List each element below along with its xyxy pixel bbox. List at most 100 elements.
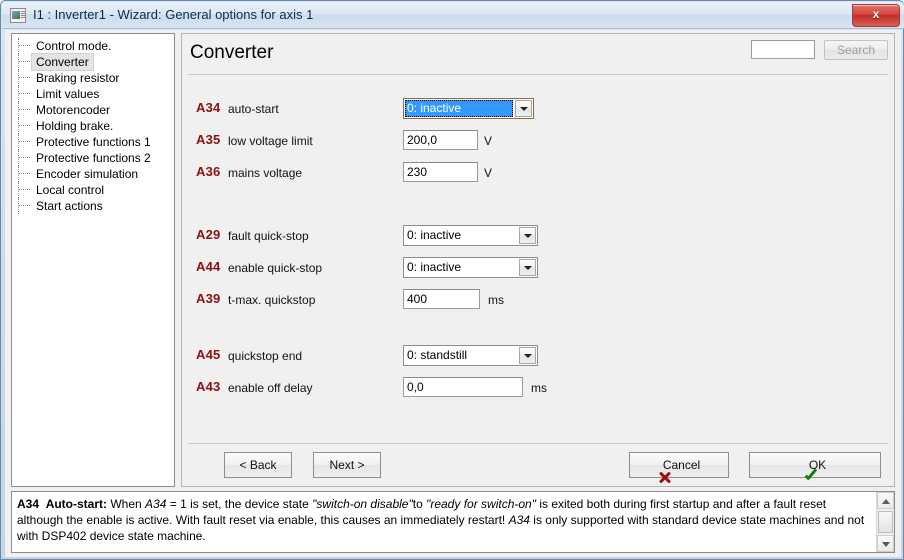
param-unit: ms [531, 381, 547, 395]
tree-branch-icon [18, 77, 30, 78]
param-combo-a45[interactable]: 0: standstill [403, 345, 538, 366]
param-input-a39[interactable] [403, 289, 480, 309]
sidebar-item-start-actions[interactable]: Start actions [12, 198, 174, 214]
tree-connector [18, 118, 19, 134]
tree-branch-icon [18, 109, 30, 110]
help-body-1: When [110, 497, 146, 511]
tree-branch-icon [18, 93, 30, 94]
tree-connector [18, 150, 19, 166]
chevron-down-icon[interactable] [519, 227, 536, 244]
param-code: A39 [196, 291, 221, 306]
help-em-2: A34 [508, 513, 530, 527]
param-unit: V [484, 134, 493, 148]
navigation-tree[interactable]: Control mode. Converter Braking resistor Li… [11, 33, 175, 487]
scrollbar-thumb[interactable] [878, 511, 893, 533]
sidebar-item-label: Limit values [36, 87, 100, 101]
chevron-down-icon[interactable] [519, 259, 536, 276]
param-code: A45 [196, 347, 221, 362]
tree-connector [18, 54, 19, 70]
tree-connector [18, 38, 19, 54]
sidebar-item-label: Start actions [36, 199, 103, 213]
search-input[interactable] [751, 40, 815, 59]
help-em-1: A34 [145, 497, 167, 511]
window-title: I1 : Inverter1 - Wizard: General options… [33, 7, 314, 22]
param-code: A34 [196, 100, 221, 115]
sidebar-item-braking-resistor[interactable]: Braking resistor [12, 70, 174, 86]
cancel-button-label: Cancel [662, 458, 701, 472]
param-label: mains voltage [228, 166, 303, 180]
param-label: fault quick-stop [228, 229, 309, 243]
help-param-title: Auto-start: [45, 497, 108, 511]
close-button[interactable]: x [852, 4, 900, 27]
help-scrollbar[interactable] [876, 492, 894, 552]
back-button[interactable]: < Back [224, 452, 292, 478]
tree-connector [18, 182, 19, 198]
sidebar-item-label: Control mode. [36, 39, 112, 53]
button-bar-divider [188, 443, 888, 444]
tree-branch-icon [18, 45, 30, 46]
param-code: A29 [196, 227, 221, 242]
param-unit: ms [488, 293, 504, 307]
chevron-down-icon[interactable] [515, 100, 532, 117]
help-body-3: to [412, 497, 427, 511]
sidebar-item-holding-brake[interactable]: Holding brake. [12, 118, 174, 134]
param-label: t-max. quickstop [228, 293, 316, 307]
sidebar-item-local-control[interactable]: Local control [12, 182, 174, 198]
help-text: A34 Auto-start: When A34 = 1 is set, the… [17, 496, 874, 544]
sidebar-item-label: Braking resistor [36, 71, 120, 85]
wizard-window: I1 : Inverter1 - Wizard: General options… [0, 0, 904, 560]
param-input-a43[interactable] [403, 377, 523, 397]
ok-button[interactable]: OK [749, 452, 881, 478]
tree-connector [18, 70, 19, 86]
param-combo-value: 0: inactive [405, 100, 513, 117]
help-param-code: A34 [17, 497, 40, 511]
param-label: quickstop end [228, 349, 303, 363]
sidebar-item-label: Holding brake. [36, 119, 114, 133]
title-bar: I1 : Inverter1 - Wizard: General options… [2, 2, 904, 29]
tree-branch-icon [18, 189, 30, 190]
back-button-label: < Back [239, 458, 277, 472]
chevron-down-icon[interactable] [519, 347, 536, 364]
param-code: A43 [196, 379, 221, 394]
param-row-a43: A43 enable off delay ms [182, 377, 894, 399]
param-code: A35 [196, 132, 221, 147]
sidebar-item-motorencoder[interactable]: Motorencoder [12, 102, 174, 118]
param-row-a45: A45 quickstop end 0: standstill [182, 345, 894, 367]
sidebar-item-limit-values[interactable]: Limit values [12, 86, 174, 102]
cancel-button[interactable]: Cancel [629, 452, 729, 478]
param-row-a35: A35 low voltage limit V [182, 130, 894, 152]
scroll-down-icon[interactable] [877, 535, 894, 552]
tree-connector [18, 102, 19, 118]
param-unit: V [484, 166, 493, 180]
sidebar-item-label: Protective functions 2 [36, 151, 151, 165]
sidebar-item-converter[interactable]: Converter [12, 53, 174, 71]
param-input-a36[interactable] [403, 162, 478, 182]
param-row-a34: A34 auto-start 0: inactive [182, 98, 894, 120]
param-row-a39: A39 t-max. quickstop ms [182, 289, 894, 311]
sidebar-item-label: Converter [31, 53, 94, 71]
param-row-a36: A36 mains voltage V [182, 162, 894, 184]
param-combo-value: 0: standstill [407, 348, 468, 362]
search-button[interactable]: Search [824, 40, 888, 60]
sidebar-item-control-mode[interactable]: Control mode. [12, 38, 174, 54]
sidebar-item-protective-functions-1[interactable]: Protective functions 1 [12, 134, 174, 150]
param-input-a35[interactable] [403, 130, 478, 150]
param-combo-a29[interactable]: 0: inactive [403, 225, 538, 246]
tree-branch-icon [18, 141, 30, 142]
ok-button-label: OK [808, 458, 827, 472]
help-quote-2: "ready for switch-on" [426, 497, 536, 511]
param-combo-a34[interactable]: 0: inactive [403, 98, 534, 119]
param-combo-value: 0: inactive [407, 260, 462, 274]
main-panel: Converter Search A34 auto-start 0: inactiv… [181, 33, 895, 487]
tree-branch-icon [18, 157, 30, 158]
sidebar-item-encoder-simulation[interactable]: Encoder simulation [12, 166, 174, 182]
next-button[interactable]: Next > [313, 452, 381, 478]
param-row-a29: A29 fault quick-stop 0: inactive [182, 225, 894, 247]
param-combo-a44[interactable]: 0: inactive [403, 257, 538, 278]
window-document-icon [10, 8, 26, 23]
param-combo-value: 0: inactive [407, 228, 462, 242]
tree-branch-icon [18, 205, 30, 206]
scroll-up-icon[interactable] [877, 492, 894, 509]
sidebar-item-protective-functions-2[interactable]: Protective functions 2 [12, 150, 174, 166]
title-divider [188, 74, 888, 75]
